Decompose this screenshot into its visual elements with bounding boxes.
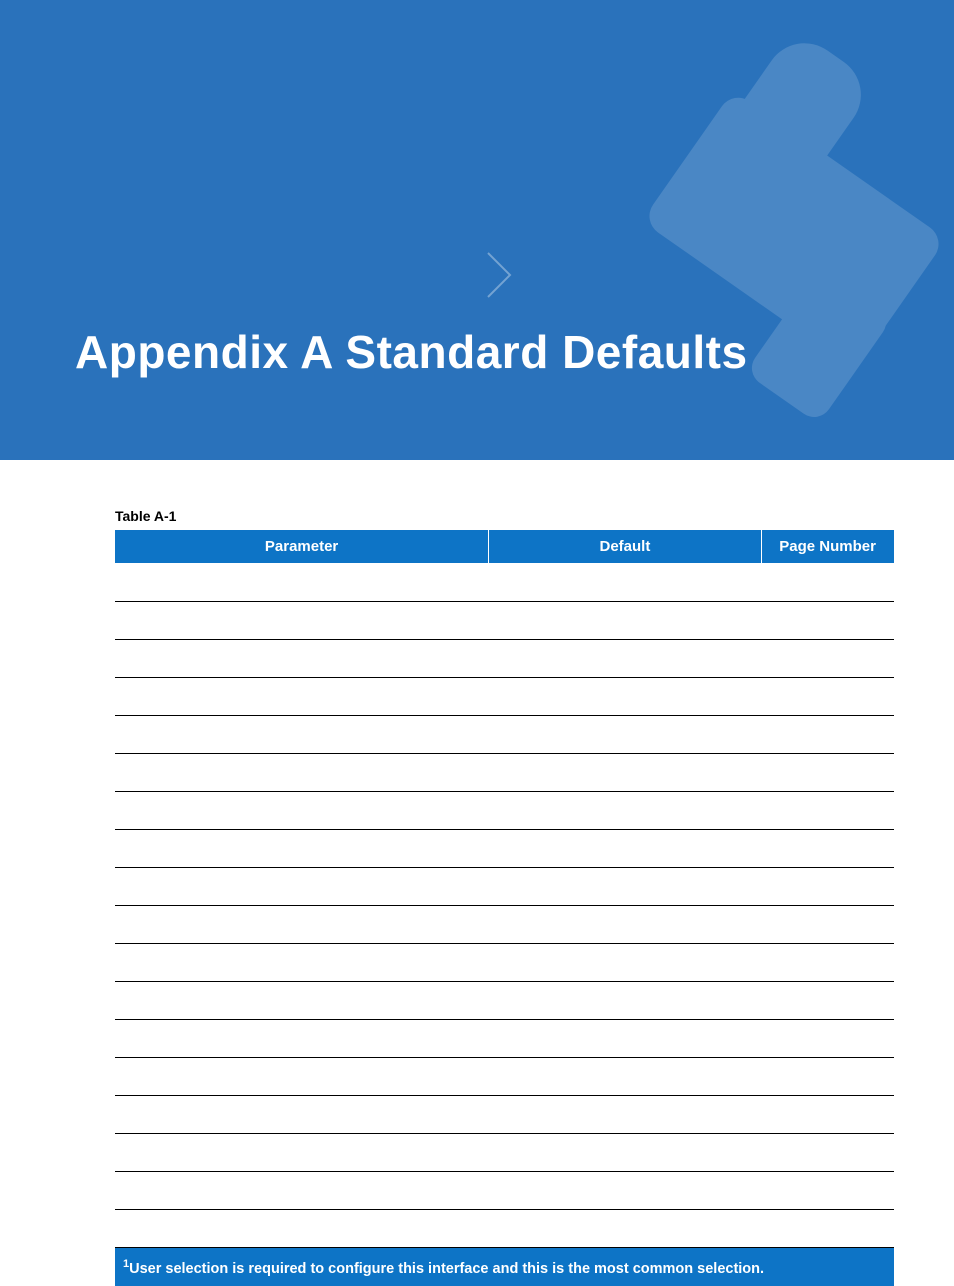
col-header-page: Page Number [761,530,893,563]
table-row [115,639,894,677]
table-row [115,1019,894,1057]
cell-parameter [115,1209,489,1247]
cell-page [761,639,893,677]
cell-parameter [115,829,489,867]
cell-default [489,715,761,753]
cell-default [489,829,761,867]
cell-default [489,1057,761,1095]
cell-page [761,791,893,829]
cell-parameter [115,1057,489,1095]
cell-page [761,1057,893,1095]
table-row [115,1133,894,1171]
cell-default [489,1171,761,1209]
chevron-right-icon [480,245,520,305]
cell-parameter [115,981,489,1019]
cell-default [489,1019,761,1057]
table-footnote: 1User selection is required to configure… [115,1248,894,1286]
cell-page [761,753,893,791]
cell-default [489,981,761,1019]
table-row [115,981,894,1019]
col-header-parameter: Parameter [115,530,489,563]
table-header-row: Parameter Default Page Number [115,530,894,563]
cell-default [489,753,761,791]
page-title: Appendix A Standard Defaults [75,325,748,379]
table-row [115,563,894,601]
header-banner: Appendix A Standard Defaults [0,0,954,460]
cell-page [761,601,893,639]
cell-parameter [115,867,489,905]
cell-parameter [115,943,489,981]
cell-parameter [115,1133,489,1171]
cell-parameter [115,715,489,753]
section-cell [115,563,894,601]
cell-parameter [115,1171,489,1209]
table-caption: Table A-1 [115,508,894,524]
cell-page [761,981,893,1019]
cell-page [761,867,893,905]
cell-page [761,829,893,867]
cell-page [761,1133,893,1171]
footnote-text: User selection is required to configure … [129,1260,764,1276]
cell-page [761,943,893,981]
table-row [115,677,894,715]
cell-page [761,1209,893,1247]
table-row [115,791,894,829]
cell-page [761,1019,893,1057]
table-row [115,1057,894,1095]
table-row [115,1209,894,1247]
table-row [115,753,894,791]
defaults-table: Parameter Default Page Number [115,530,894,1248]
content-area: Table A-1 Parameter Default Page Number … [0,460,954,1286]
cell-parameter [115,601,489,639]
cell-page [761,677,893,715]
cell-parameter [115,905,489,943]
cell-default [489,601,761,639]
cell-parameter [115,639,489,677]
table-row [115,1095,894,1133]
cell-parameter [115,791,489,829]
cell-default [489,791,761,829]
cell-default [489,677,761,715]
cell-default [489,639,761,677]
table-row [115,943,894,981]
table-row [115,715,894,753]
cell-default [489,1209,761,1247]
table-row [115,601,894,639]
table-row [115,1171,894,1209]
section-cell [115,1095,894,1133]
table-row [115,867,894,905]
cell-default [489,943,761,981]
cell-default [489,905,761,943]
col-header-default: Default [489,530,761,563]
cell-default [489,867,761,905]
cell-parameter [115,1019,489,1057]
cell-parameter [115,753,489,791]
cell-page [761,905,893,943]
cell-parameter [115,677,489,715]
cell-default [489,1133,761,1171]
cell-page [761,1171,893,1209]
cell-page [761,715,893,753]
table-row [115,829,894,867]
table-row [115,905,894,943]
